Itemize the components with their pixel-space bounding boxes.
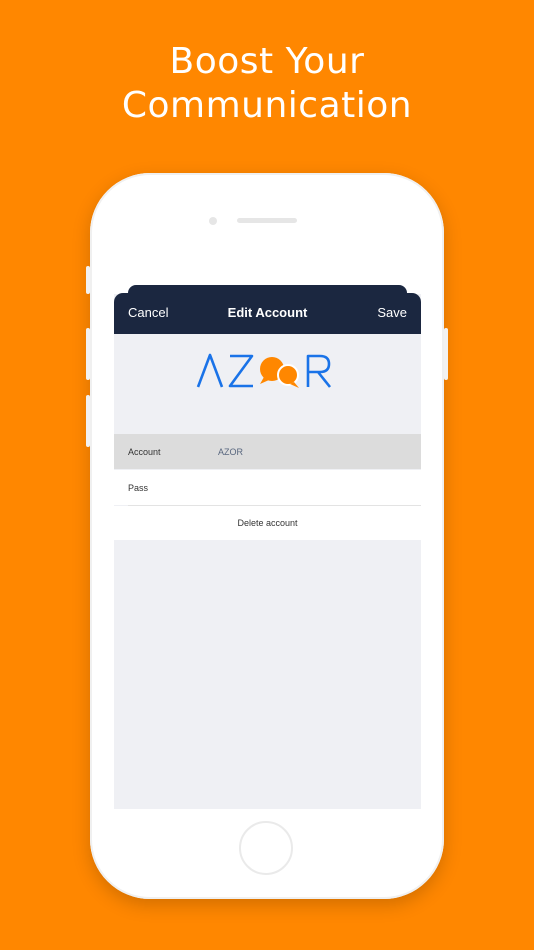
headline-line-1: Boost Your <box>169 41 365 82</box>
navigation-bar: Cancel Edit Account Save <box>114 293 421 334</box>
delete-account-button[interactable]: Delete account <box>114 518 421 528</box>
earpiece-speaker <box>237 218 297 223</box>
save-button[interactable]: Save <box>377 305 407 320</box>
phone-volume-down <box>86 395 90 447</box>
headline-line-2: Communication <box>121 85 413 126</box>
pass-label: Pass <box>128 483 149 493</box>
account-label: Account <box>128 447 161 457</box>
phone-power-button <box>444 328 448 380</box>
phone-mute-switch <box>86 266 90 294</box>
delete-account-row[interactable]: Delete account <box>114 506 421 540</box>
account-row[interactable]: Account AZOR <box>114 434 421 469</box>
azor-logo <box>196 353 332 388</box>
pass-row[interactable]: Pass <box>114 470 421 505</box>
chat-bubble-icon <box>260 357 299 388</box>
account-value[interactable]: AZOR <box>218 447 243 457</box>
app-screen: Cancel Edit Account Save Account AZOR Pa… <box>114 263 421 809</box>
phone-volume-up <box>86 328 90 380</box>
home-button[interactable] <box>239 821 293 875</box>
headline: Boost Your Communication <box>0 40 534 128</box>
front-camera <box>209 217 217 225</box>
page-title: Edit Account <box>227 305 308 320</box>
